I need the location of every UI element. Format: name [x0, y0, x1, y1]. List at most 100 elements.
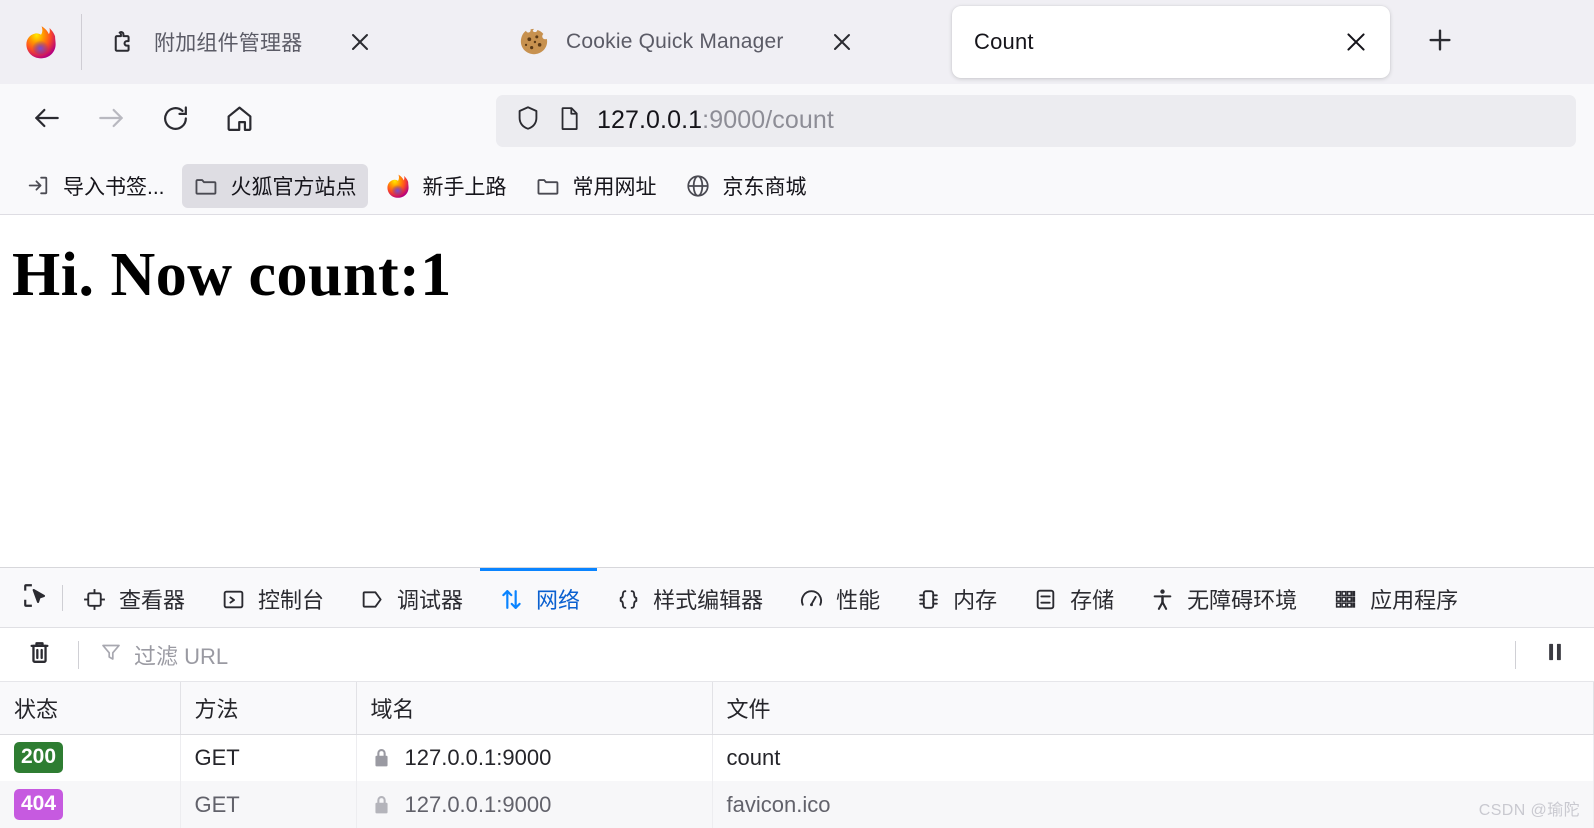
firefox-brand	[0, 0, 82, 84]
page-content: Hi. Now count:1	[0, 215, 1594, 567]
table-row[interactable]: 404 GET 127.0.0.1:9000 favicon.ico	[0, 781, 1594, 828]
network-requests-table: 状态 方法 域名 文件 200 GET 127.0.0.1:9000 count…	[0, 682, 1594, 828]
bookmark-common-sites[interactable]: 常用网址	[524, 164, 668, 208]
devtools-tab-label: 性能	[836, 588, 881, 613]
firefox-logo-icon	[23, 24, 59, 60]
tab-label: Count	[974, 29, 1034, 54]
folder-icon	[535, 172, 562, 199]
reload-button[interactable]	[146, 95, 204, 147]
devtools-tab-label: 样式编辑器	[653, 588, 764, 613]
devtools-tab-label: 调试器	[397, 588, 464, 613]
bookmark-label: 导入书签...	[63, 175, 165, 199]
status-badge: 200	[14, 742, 64, 774]
cell-file: favicon.ico	[712, 781, 1594, 828]
devtools-tab-network[interactable]: 网络	[480, 568, 598, 627]
devtools-tab-performance[interactable]: 性能	[780, 568, 897, 627]
table-row[interactable]: 200 GET 127.0.0.1:9000 count	[0, 734, 1594, 781]
address-bar[interactable]: 127.0.0.1:9000/count	[496, 94, 1576, 147]
bookmark-label: 常用网址	[572, 175, 657, 199]
devtools-tab-memory[interactable]: 内存	[897, 568, 1014, 627]
tab-addons-manager[interactable]: 附加组件管理器	[82, 0, 494, 84]
devtools-tab-application[interactable]: 应用程序	[1314, 568, 1475, 627]
firefox-logo-icon	[385, 172, 412, 199]
toolbar-divider	[1515, 640, 1516, 669]
arrow-left-icon	[31, 102, 63, 139]
column-header-status[interactable]: 状态	[0, 682, 181, 735]
tab-close-icon[interactable]	[340, 22, 380, 62]
tab-cookie-quick-manager[interactable]: Cookie Quick Manager	[494, 0, 952, 84]
element-picker-icon	[21, 581, 50, 615]
url-host: 127.0.0.1	[597, 106, 703, 134]
bookmark-jd-mall[interactable]: 京东商城	[674, 164, 818, 208]
devtools-tab-accessibility[interactable]: 无障碍环境	[1131, 568, 1314, 627]
tab-strip: 附加组件管理器 Cookie Quick Manager Count	[0, 0, 1594, 84]
devtools-tab-label: 无障碍环境	[1187, 588, 1298, 613]
storage-icon	[1031, 585, 1059, 613]
page-info-icon[interactable]	[556, 105, 583, 137]
column-header-method[interactable]: 方法	[180, 682, 357, 735]
reload-icon	[160, 103, 191, 139]
arrow-right-icon	[95, 102, 127, 139]
tab-close-icon[interactable]	[822, 22, 862, 62]
filter-url-placeholder: 过滤 URL	[134, 643, 229, 669]
inspector-icon	[80, 585, 108, 613]
bookmark-label: 新手上路	[422, 175, 507, 199]
devtools-tab-label: 内存	[953, 588, 998, 613]
home-icon	[224, 103, 255, 139]
bookmark-getting-started[interactable]: 新手上路	[374, 164, 518, 208]
folder-icon	[193, 172, 220, 199]
devtools-tab-debugger[interactable]: 调试器	[341, 568, 480, 627]
cookie-icon	[518, 26, 550, 58]
clear-requests-button[interactable]	[6, 632, 72, 678]
braces-icon	[614, 585, 642, 613]
cell-status: 200	[0, 734, 181, 781]
tab-label: 附加组件管理器	[154, 32, 303, 55]
devtools-tab-label: 存储	[1070, 588, 1115, 613]
devtools-tabbar: 查看器 控制台 调试器 网络 样式编辑器 性能 内存 存储 无障碍环境 应用程序	[0, 568, 1594, 628]
cell-method: GET	[180, 734, 357, 781]
bookmark-label: 火狐官方站点	[230, 175, 357, 199]
pause-recording-button[interactable]	[1522, 632, 1588, 678]
cell-method: GET	[180, 781, 357, 828]
devtools-tab-storage[interactable]: 存储	[1014, 568, 1131, 627]
browser-window: 附加组件管理器 Cookie Quick Manager Count 127.0…	[0, 0, 1594, 828]
page-title: Hi. Now count:1	[12, 241, 452, 309]
devtools-tab-label: 应用程序	[1370, 588, 1459, 613]
plus-icon	[1425, 25, 1455, 60]
devtools-tab-inspector[interactable]: 查看器	[63, 568, 202, 627]
devtools-panel: 查看器 控制台 调试器 网络 样式编辑器 性能 内存 存储 无障碍环境 应用程序…	[0, 567, 1594, 828]
toolbar-divider	[78, 640, 79, 669]
navigation-toolbar: 127.0.0.1:9000/count	[0, 84, 1594, 157]
lock-icon	[371, 793, 393, 817]
gauge-icon	[797, 585, 825, 613]
console-icon	[219, 585, 247, 613]
bookmark-firefox-official[interactable]: 火狐官方站点	[181, 163, 368, 208]
tab-close-icon[interactable]	[1336, 22, 1376, 62]
url-text: 127.0.0.1:9000/count	[597, 106, 834, 135]
back-button[interactable]	[18, 95, 76, 147]
application-grid-icon	[1331, 585, 1359, 613]
column-header-file[interactable]: 文件	[712, 682, 1594, 735]
filter-url-input[interactable]: 过滤 URL	[85, 633, 1509, 677]
new-tab-button[interactable]	[1412, 14, 1468, 70]
debugger-icon	[358, 585, 386, 613]
home-button[interactable]	[210, 95, 268, 147]
element-picker-button[interactable]	[8, 568, 62, 627]
devtools-tab-console[interactable]: 控制台	[202, 568, 341, 627]
network-toolbar: 过滤 URL	[0, 628, 1594, 682]
tab-count-active[interactable]: Count	[952, 6, 1390, 78]
column-header-domain[interactable]: 域名	[356, 682, 713, 735]
memory-icon	[914, 585, 942, 613]
cell-file: count	[712, 734, 1594, 781]
shield-icon[interactable]	[514, 104, 542, 137]
accessibility-icon	[1148, 585, 1176, 613]
cell-domain: 127.0.0.1:9000	[356, 781, 713, 828]
devtools-tab-style-editor[interactable]: 样式编辑器	[597, 568, 780, 627]
lock-icon	[371, 746, 393, 770]
cell-domain: 127.0.0.1:9000	[356, 734, 713, 781]
bookmark-import[interactable]: 导入书签...	[14, 164, 176, 208]
globe-icon	[685, 172, 712, 199]
puzzle-piece-icon	[106, 26, 138, 58]
bookmark-label: 京东商城	[722, 175, 807, 199]
forward-button[interactable]	[82, 95, 140, 147]
